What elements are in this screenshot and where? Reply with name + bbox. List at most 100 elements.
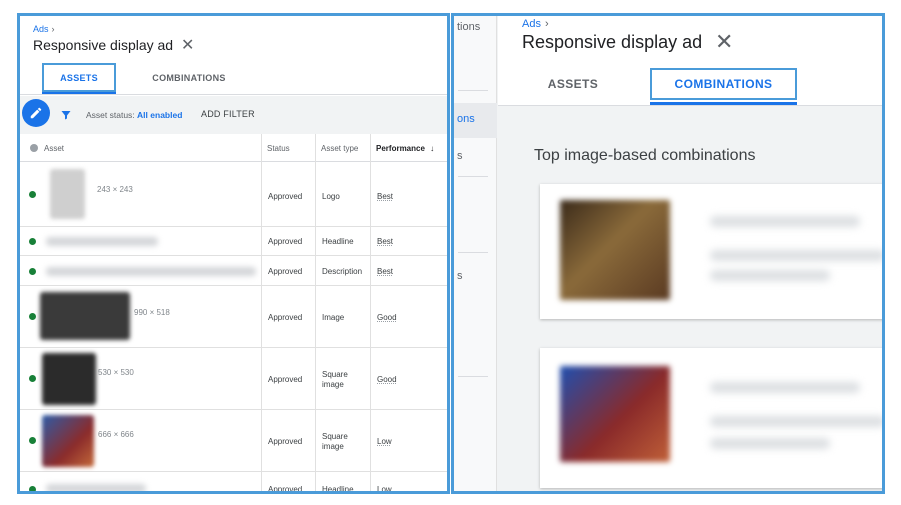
asset-status: Approved xyxy=(268,485,303,494)
tab-combinations[interactable]: COMBINATIONS xyxy=(650,68,797,100)
tab-assets[interactable]: ASSETS xyxy=(42,63,116,92)
asset-dimensions: 243 × 243 xyxy=(97,185,133,194)
side-nav-divider xyxy=(458,176,488,177)
combination-card[interactable] xyxy=(540,184,882,319)
asset-performance: Best xyxy=(377,267,394,276)
asset-type: Image xyxy=(322,313,345,322)
square-image-thumbnail xyxy=(42,353,96,405)
asset-status-label: Asset status: xyxy=(86,110,135,120)
status-dot-icon xyxy=(29,191,36,198)
combination-headline-blurred xyxy=(710,216,860,227)
asset-status: Approved xyxy=(268,237,303,246)
status-dot-icon xyxy=(29,375,36,382)
breadcrumb-separator: › xyxy=(544,18,549,30)
table-header: Asset Status Asset type Performance ↓ xyxy=(20,134,447,162)
asset-dimensions: 990 × 518 xyxy=(134,308,170,317)
side-navigation: tions ons s s xyxy=(454,16,497,491)
header-divider xyxy=(20,94,447,95)
breadcrumb-separator: › xyxy=(51,24,55,34)
asset-type: Square image xyxy=(322,370,348,389)
combination-description-blurred xyxy=(710,416,882,427)
asset-type: Headline xyxy=(322,237,354,246)
close-icon[interactable]: ✕ xyxy=(181,35,194,55)
asset-status-filter[interactable]: Asset status: All enabled xyxy=(86,110,182,120)
table-row[interactable]: Approved Headline Best xyxy=(20,227,447,256)
asset-status: Approved xyxy=(268,375,303,384)
page-title: Responsive display ad xyxy=(33,37,174,53)
tab-combinations[interactable]: COMBINATIONS xyxy=(144,63,234,92)
breadcrumb[interactable]: Ads › xyxy=(33,24,55,34)
square-image-thumbnail xyxy=(42,415,94,467)
ad-header: Ads › Responsive display ad ✕ ASSETS COMB… xyxy=(498,16,882,106)
column-asset-type[interactable]: Asset type xyxy=(321,144,358,153)
status-dot-icon xyxy=(29,437,36,444)
side-nav-divider xyxy=(458,252,488,253)
table-row[interactable]: Approved Headline Low xyxy=(20,472,447,494)
side-nav-divider xyxy=(458,376,488,377)
ad-header: Ads › Responsive display ad ✕ ASSETS COMB… xyxy=(20,16,447,96)
side-nav-item[interactable]: tions xyxy=(457,21,480,33)
asset-dimensions: 530 × 530 xyxy=(98,368,134,377)
breadcrumb[interactable]: Ads › xyxy=(522,18,549,30)
asset-status: Approved xyxy=(268,437,303,446)
combination-description-blurred xyxy=(710,438,830,449)
breadcrumb-ads-link[interactable]: Ads xyxy=(522,18,541,30)
combinations-view-panel: tions ons s s Ads › Responsive display ad… xyxy=(451,13,885,494)
asset-status: Approved xyxy=(268,267,303,276)
status-dot-icon xyxy=(29,486,36,491)
combination-image xyxy=(560,366,670,462)
asset-status: Approved xyxy=(268,313,303,322)
asset-performance: Low xyxy=(377,485,392,494)
combination-card[interactable] xyxy=(540,348,882,488)
asset-performance: Good xyxy=(377,375,397,384)
table-row[interactable]: 243 × 243 Approved Logo Best xyxy=(20,163,447,227)
asset-type: Headline xyxy=(322,485,354,494)
logo-thumbnail xyxy=(50,169,85,219)
side-nav-item[interactable]: s xyxy=(457,270,463,282)
tab-assets[interactable]: ASSETS xyxy=(534,68,612,100)
headline-text-blurred xyxy=(46,484,146,491)
side-nav-item-active[interactable]: ons xyxy=(457,113,475,125)
section-title: Top image-based combinations xyxy=(534,147,756,164)
edit-icon[interactable] xyxy=(22,99,50,127)
headline-text-blurred xyxy=(46,237,158,246)
page-title: Responsive display ad xyxy=(522,32,703,52)
table-row[interactable]: 666 × 666 Approved Square image Low xyxy=(20,410,447,472)
asset-performance: Good xyxy=(377,313,397,322)
side-nav-item[interactable]: s xyxy=(457,150,463,162)
combination-headline-blurred xyxy=(710,382,860,393)
status-dot-icon xyxy=(30,144,38,152)
image-thumbnail xyxy=(40,292,130,340)
asset-type: Square image xyxy=(322,432,348,451)
filter-icon[interactable] xyxy=(60,108,72,126)
combination-description-blurred xyxy=(710,250,882,261)
combination-description-blurred xyxy=(710,270,830,281)
asset-status-value: All enabled xyxy=(137,110,183,120)
column-performance-label: Performance xyxy=(376,144,425,153)
description-text-blurred xyxy=(46,267,256,276)
asset-performance: Best xyxy=(377,237,394,246)
asset-type: Logo xyxy=(322,192,340,201)
filter-bar: Asset status: All enabled ADD FILTER xyxy=(20,96,447,134)
column-asset[interactable]: Asset xyxy=(44,144,64,153)
status-dot-icon xyxy=(29,268,36,275)
asset-type: Description xyxy=(322,267,363,276)
side-nav-divider xyxy=(458,90,488,91)
asset-dimensions: 666 × 666 xyxy=(98,430,134,439)
status-dot-icon xyxy=(29,238,36,245)
assets-view-panel: Ads › Responsive display ad ✕ ASSETS COMB… xyxy=(17,13,450,494)
asset-performance: Best xyxy=(377,192,394,201)
breadcrumb-ads-link[interactable]: Ads xyxy=(33,24,49,34)
add-filter-button[interactable]: ADD FILTER xyxy=(201,109,255,119)
close-icon[interactable]: ✕ xyxy=(715,29,733,55)
sort-down-icon[interactable]: ↓ xyxy=(430,144,434,153)
table-row[interactable]: Approved Description Best xyxy=(20,256,447,286)
table-row[interactable]: 990 × 518 Approved Image Good xyxy=(20,286,447,348)
column-status[interactable]: Status xyxy=(267,144,290,153)
combination-image xyxy=(560,200,670,300)
asset-status: Approved xyxy=(268,192,303,201)
table-row[interactable]: 530 × 530 Approved Square image Good xyxy=(20,348,447,410)
status-dot-icon xyxy=(29,313,36,320)
active-tab-indicator xyxy=(650,102,797,105)
column-performance[interactable]: Performance ↓ xyxy=(376,144,434,153)
